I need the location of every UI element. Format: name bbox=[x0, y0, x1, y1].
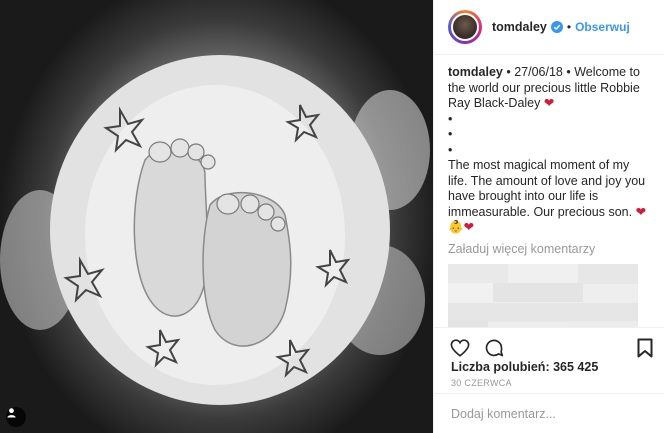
comments-section: tomdaley • 27/06/18 • Welcome to the wor… bbox=[434, 55, 664, 327]
add-comment-input[interactable]: Dodaj komentarz... bbox=[434, 393, 664, 433]
blurred-comments bbox=[448, 264, 638, 327]
baby-feet-illustration bbox=[0, 55, 430, 405]
post-date: 30 CZERWCA bbox=[451, 378, 512, 388]
caption-heart: ❤ bbox=[543, 96, 555, 110]
avatar[interactable] bbox=[448, 10, 482, 44]
caption-bullet: • bbox=[448, 142, 453, 157]
user-tag-icon[interactable] bbox=[6, 407, 26, 427]
caption: tomdaley • 27/06/18 • Welcome to the wor… bbox=[448, 65, 651, 236]
bookmark-icon[interactable] bbox=[637, 338, 653, 358]
caption-bullet: • bbox=[448, 111, 453, 126]
caption-text-2: The most magical moment of my life. The … bbox=[448, 158, 646, 219]
post-side-panel: tomdaley • Obserwuj tomdaley • 27/06/18 … bbox=[433, 0, 664, 433]
verified-icon bbox=[550, 21, 563, 33]
post-photo[interactable] bbox=[0, 0, 433, 433]
comment-icon[interactable] bbox=[484, 338, 504, 358]
load-more-comments[interactable]: Załaduj więcej komentarzy bbox=[448, 242, 651, 258]
username[interactable]: tomdaley bbox=[492, 20, 547, 34]
separator-dot: • bbox=[566, 20, 572, 34]
caption-username[interactable]: tomdaley bbox=[448, 65, 503, 79]
caption-bullet: • bbox=[448, 127, 453, 141]
post-header: tomdaley • Obserwuj bbox=[434, 0, 664, 55]
follow-button[interactable]: Obserwuj bbox=[575, 20, 630, 34]
likes-count[interactable]: Liczba polubień: 365 425 bbox=[451, 360, 598, 374]
heart-icon[interactable] bbox=[450, 338, 470, 357]
